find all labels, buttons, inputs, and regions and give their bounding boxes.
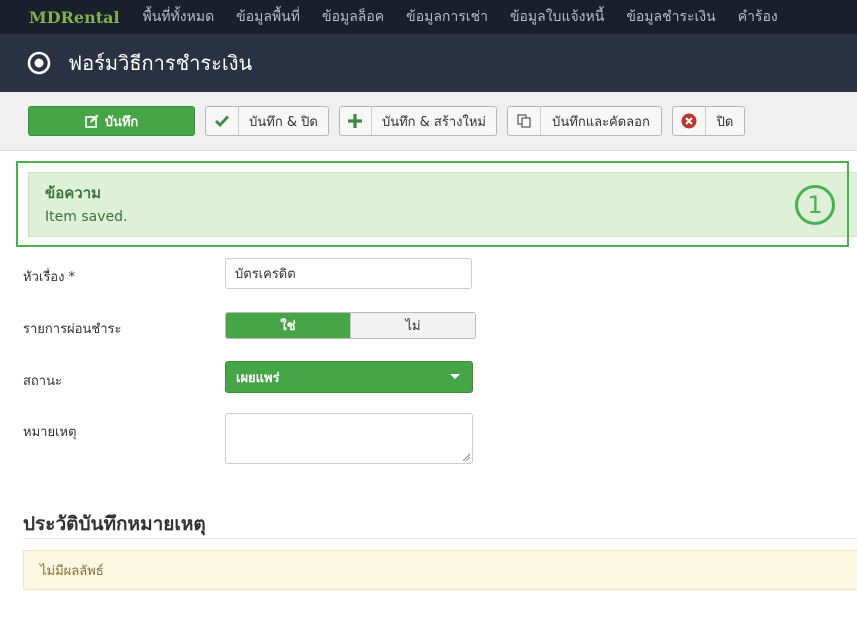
installment-no-option[interactable]: ไม่ [350,313,475,338]
nav-item-all-areas[interactable]: พื้นที่ทั้งหมด [132,6,226,28]
nav-item-requests[interactable]: คำร้อง [727,6,789,28]
note-label: หมายเหตุ [23,425,77,440]
status-select-value: เผยแพร่ [236,370,280,386]
nav-item-area-info[interactable]: ข้อมูลพื้นที่ [225,6,311,28]
status-label: สถานะ [23,374,62,389]
nav-item-invoice-info[interactable]: ข้อมูลใบแจ้งหนี้ [499,6,615,28]
save-close-label: บันทึก & ปิด [249,114,318,130]
close-button[interactable]: ปิด [672,106,745,136]
title-input[interactable] [225,258,472,289]
section-divider [23,538,857,539]
copy-icon [508,107,541,135]
no-results-text: ไม่มีผลลัพธ์ [40,563,104,579]
toolbar: บันทึก บันทึก & ปิด บันทึก & สร้างใหม่ บ… [0,92,857,151]
page-title: ฟอร์มวิธีการชำระเงิน [68,51,253,75]
no-results-alert: ไม่มีผลลัพธ์ [23,550,857,590]
title-label: หัวเรื่อง * [23,270,76,285]
caret-down-icon [450,374,460,379]
history-section-title: ประวัติบันทึกหมายเหตุ [23,513,206,535]
status-select[interactable]: เผยแพร่ [225,361,473,393]
nav-item-payment-info[interactable]: ข้อมูลชำระเงิน [615,6,726,28]
save-button-label: บันทึก [104,114,139,130]
installment-toggle: ใช่ ไม่ [225,312,476,339]
note-textarea[interactable] [225,413,473,464]
close-label: ปิด [716,114,734,130]
resize-grip-icon[interactable] [462,453,470,461]
save-close-button[interactable]: บันทึก & ปิด [205,106,329,136]
nav-item-lock-info[interactable]: ข้อมูลล็อค [311,6,395,28]
target-icon [27,51,51,75]
edit-icon [84,107,99,135]
page-header: ฟอร์มวิธีการชำระเงิน [0,34,857,92]
save-copy-label: บันทึกและคัดลอก [552,114,650,130]
save-button[interactable]: บันทึก [28,106,195,136]
annotation-marker: 1 [795,185,835,225]
brand-logo[interactable]: MDRental [29,8,120,27]
installment-label: รายการผ่อนชำระ [23,322,122,337]
check-icon [206,107,239,135]
save-copy-button[interactable]: บันทึกและคัดลอก [507,106,662,136]
save-new-button[interactable]: บันทึก & สร้างใหม่ [339,106,497,136]
plus-icon [340,107,372,135]
installment-yes-option[interactable]: ใช่ [226,313,350,338]
save-new-label: บันทึก & สร้างใหม่ [381,114,486,130]
nav-item-rental-info[interactable]: ข้อมูลการเช่า [395,6,499,28]
top-navbar: MDRental พื้นที่ทั้งหมด ข้อมูลพื้นที่ ข้… [0,0,857,34]
close-icon [673,107,706,135]
annotation-outline [16,161,849,247]
